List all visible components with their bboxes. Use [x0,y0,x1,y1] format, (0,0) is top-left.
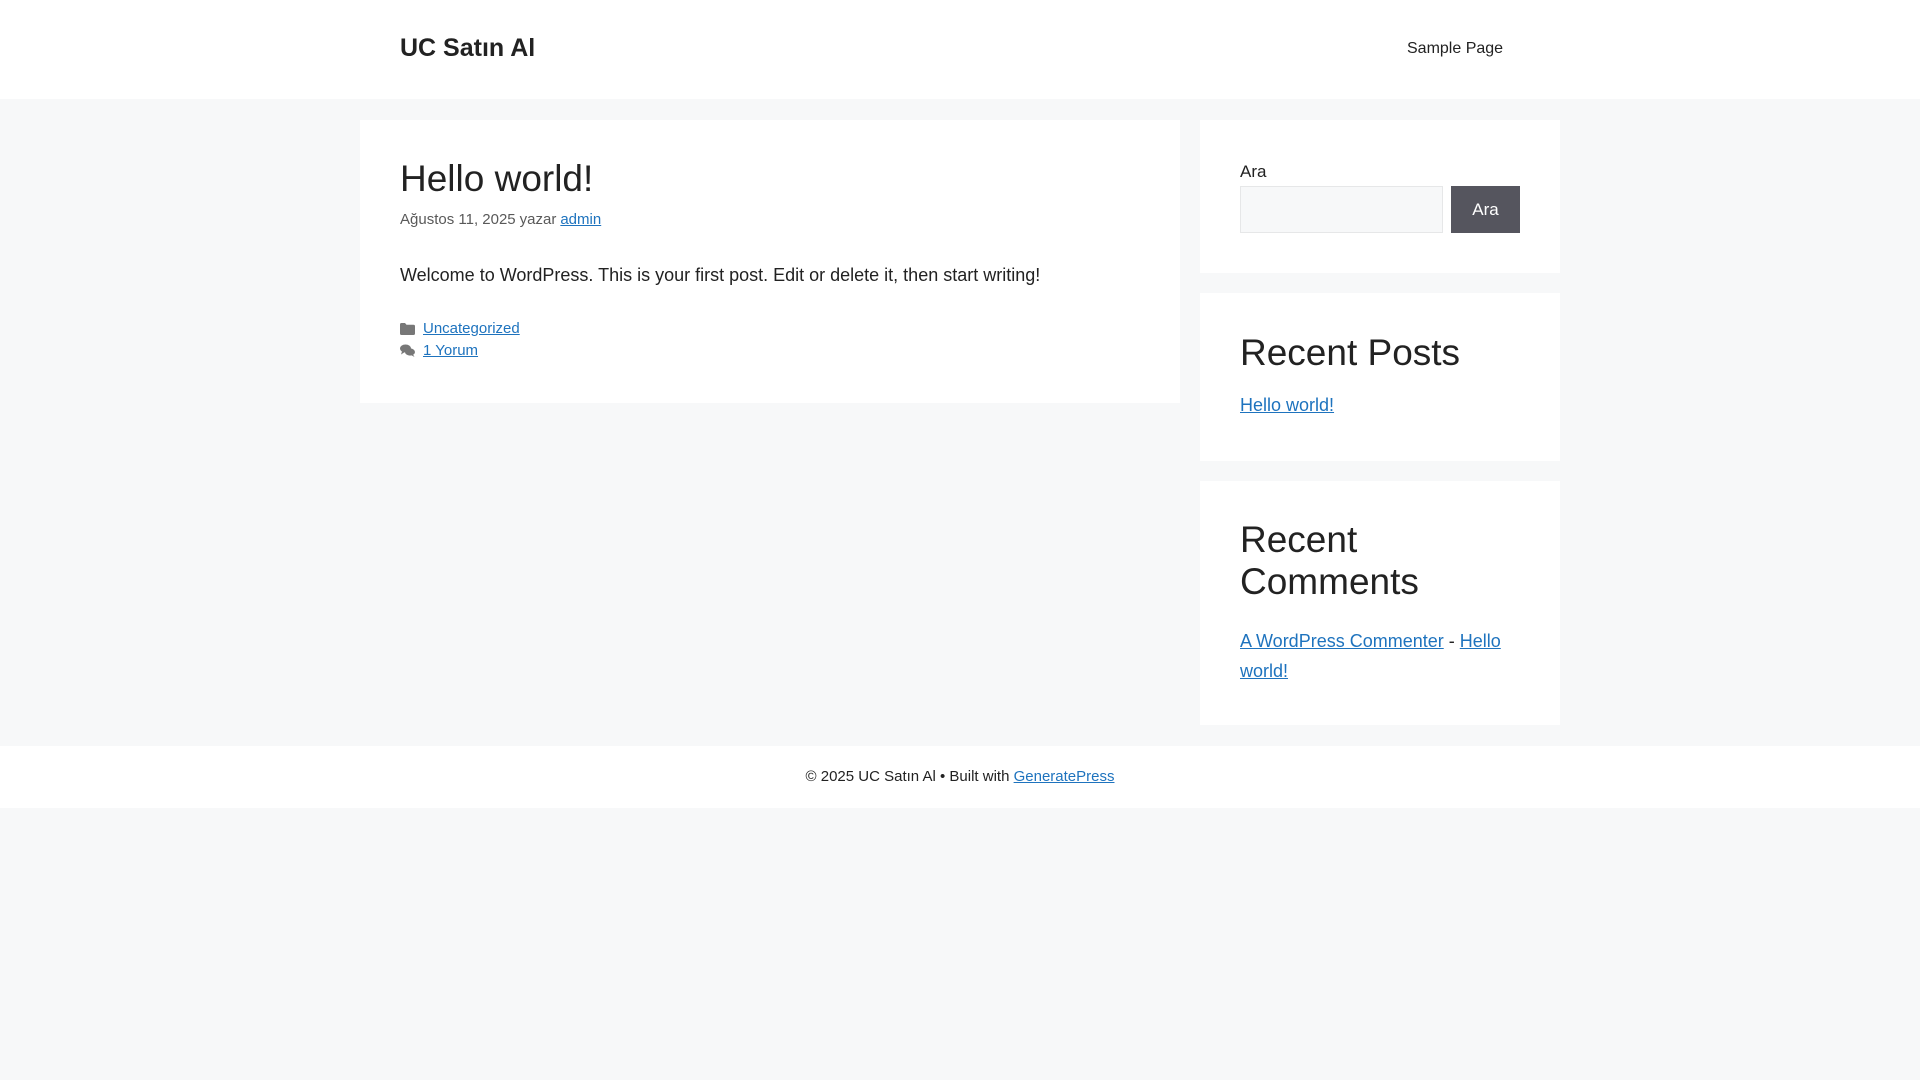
site-footer: © 2025 UC Satın Al • Built with Generate… [0,746,1920,808]
post-date: Ağustos 11, 2025 [400,211,516,228]
recent-posts-widget: Recent Posts Hello world! [1200,293,1560,461]
search-widget: Ara Ara [1200,120,1560,273]
nav-item-sample-page[interactable]: Sample Page [1407,40,1503,58]
site-header: UC Satın Al Sample Page [0,0,1920,99]
recent-comment-item: A WordPress Commenter - Hello world! [1240,626,1530,686]
footer-copyright: © 2025 UC Satın Al • Built with [805,768,1010,785]
comments-link[interactable]: 1 Yorum [423,342,478,359]
recent-posts-title: Recent Posts [1240,332,1461,373]
generatepress-link[interactable]: GeneratePress [1014,768,1115,785]
folder-icon [400,322,415,335]
search-label: Ara [1240,162,1267,181]
post-article: Hello world! Ağustos 11, 2025 yazar admin … [360,120,1180,403]
comment-separator: - [1448,631,1455,651]
post-title: Hello world! [400,158,594,199]
category-link[interactable]: Uncategorized [423,320,520,337]
comments-icon [400,344,415,357]
site-title[interactable]: UC Satın Al [400,34,535,63]
post-content: Welcome to WordPress. This is your first… [400,265,1041,285]
post-meta: Ağustos 11, 2025 yazar admin [400,211,601,228]
recent-post-link[interactable]: Hello world! [1240,395,1334,416]
recent-comments-title: Recent Comments [1240,519,1419,602]
footer-credits: © 2025 UC Satın Al • Built with Generate… [0,768,1920,785]
search-button[interactable]: Ara [1451,186,1520,233]
author-prefix: yazar [519,211,557,228]
recent-comments-widget: Recent Comments A WordPress Commenter - … [1200,481,1560,725]
post-category-row: Uncategorized [400,320,520,337]
author-link[interactable]: admin [560,211,601,228]
post-comments-row: 1 Yorum [400,342,478,359]
search-input[interactable] [1240,186,1443,233]
comment-author-link[interactable]: A WordPress Commenter [1240,631,1444,651]
